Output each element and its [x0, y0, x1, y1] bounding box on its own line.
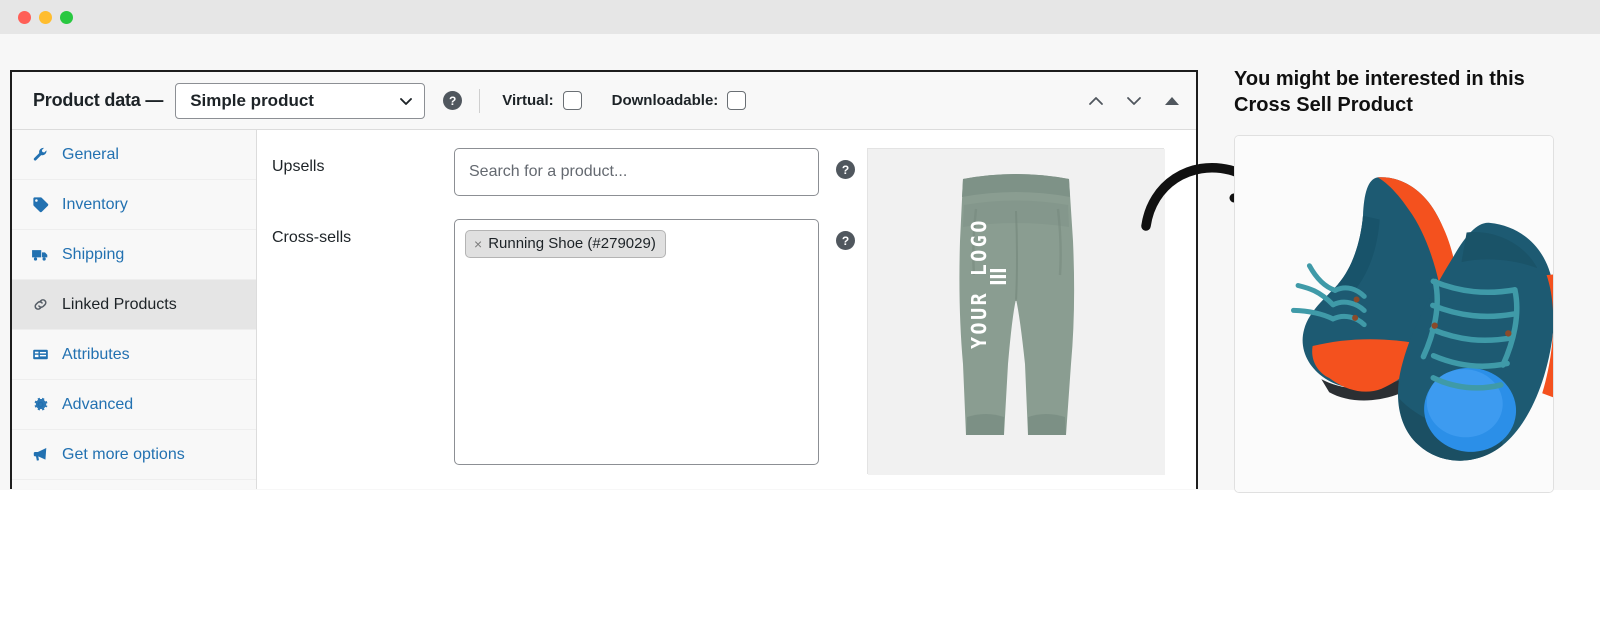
product-data-panel: Product data — Simple product ? Virtual:…	[10, 70, 1198, 489]
sidebar-item-general[interactable]: General	[12, 130, 256, 180]
virtual-label: Virtual:	[502, 92, 554, 109]
sidebar-item-label: Linked Products	[62, 295, 177, 313]
sidebar-item-label: Shipping	[62, 245, 125, 263]
header-divider	[479, 88, 481, 113]
virtual-checkbox-group[interactable]: Virtual:	[502, 91, 582, 110]
megaphone-icon	[31, 446, 49, 464]
svg-text:YOUR LOGO: YOUR LOGO	[967, 218, 991, 349]
product-type-select[interactable]: Simple product	[175, 82, 426, 119]
cross-sell-product-card[interactable]	[1234, 134, 1554, 493]
upsells-placeholder: Search for a product...	[469, 163, 628, 180]
downloadable-label: Downloadable:	[611, 92, 719, 109]
cross-sell-rail: You might be interested in this Cross Se…	[1234, 66, 1560, 493]
window-titlebar	[0, 0, 1600, 34]
downloadable-checkbox[interactable]	[727, 91, 747, 110]
downloadable-checkbox-group[interactable]: Downloadable:	[612, 91, 747, 110]
product-type-value: Simple product	[190, 90, 314, 110]
cross-sell-tag-label: Running Shoe (#279029)	[488, 235, 656, 252]
sidebar-item-label: General	[62, 145, 119, 163]
gear-icon	[31, 396, 49, 414]
product-data-tabs: General Inventory Shipping Linked Produc…	[12, 130, 257, 489]
panel-header-controls	[1084, 72, 1184, 130]
upsells-label: Upsells	[272, 158, 325, 175]
sidebar-item-label: Attributes	[62, 345, 130, 363]
window-traffic-lights	[18, 11, 73, 24]
product-type-help-icon[interactable]: ?	[443, 91, 463, 110]
triangle-up-icon[interactable]	[1160, 89, 1184, 113]
cross-sells-input[interactable]: × Running Shoe (#279029)	[454, 219, 819, 465]
product-image-preview: YOUR LOGO	[867, 148, 1165, 475]
close-button[interactable]	[18, 11, 31, 24]
minimize-button[interactable]	[39, 11, 52, 24]
truck-icon	[31, 246, 49, 264]
cross-sell-title: You might be interested in this Cross Se…	[1234, 68, 1525, 117]
sidebar-item-label: Inventory	[62, 195, 128, 213]
sidebar-item-attributes[interactable]: Attributes	[12, 330, 256, 380]
product-data-body: General Inventory Shipping Linked Produc…	[12, 130, 1196, 489]
sidebar-item-shipping[interactable]: Shipping	[12, 230, 256, 280]
chevron-up-icon[interactable]	[1084, 89, 1108, 113]
sweatpants-image: YOUR LOGO	[868, 149, 1165, 475]
sidebar-item-get-more-options[interactable]: Get more options	[12, 430, 256, 480]
link-icon	[31, 296, 49, 314]
zoom-button[interactable]	[60, 11, 73, 24]
sidebar-item-advanced[interactable]: Advanced	[12, 380, 256, 430]
sidebar-item-linked-products[interactable]: Linked Products	[12, 280, 256, 330]
cross-sells-help-icon[interactable]: ?	[836, 231, 855, 250]
cross-sells-label: Cross-sells	[272, 229, 352, 246]
linked-products-fields: Upsells Search for a product... ? Cross-…	[257, 130, 1196, 489]
sidebar-item-inventory[interactable]: Inventory	[12, 180, 256, 230]
page-title: Product data —	[33, 90, 164, 110]
virtual-checkbox[interactable]	[562, 91, 582, 110]
list-icon	[31, 346, 49, 364]
upsells-help-icon[interactable]: ?	[836, 160, 855, 179]
cross-sell-tag[interactable]: × Running Shoe (#279029)	[465, 230, 666, 258]
tag-icon	[31, 196, 49, 214]
chevron-down-icon	[398, 93, 414, 109]
wrench-icon	[31, 146, 49, 164]
screen: Product data — Simple product ? Virtual:…	[0, 0, 1600, 643]
chevron-down-icon-panel[interactable]	[1122, 89, 1146, 113]
running-shoes-image	[1235, 135, 1553, 492]
sidebar-item-label: Advanced	[62, 395, 134, 413]
sidebar-item-label: Get more options	[62, 445, 185, 463]
remove-tag-icon[interactable]: ×	[474, 237, 482, 251]
page-lower-background	[0, 490, 1600, 643]
product-data-header: Product data — Simple product ? Virtual:…	[12, 72, 1196, 130]
upsells-input[interactable]: Search for a product...	[454, 148, 819, 196]
